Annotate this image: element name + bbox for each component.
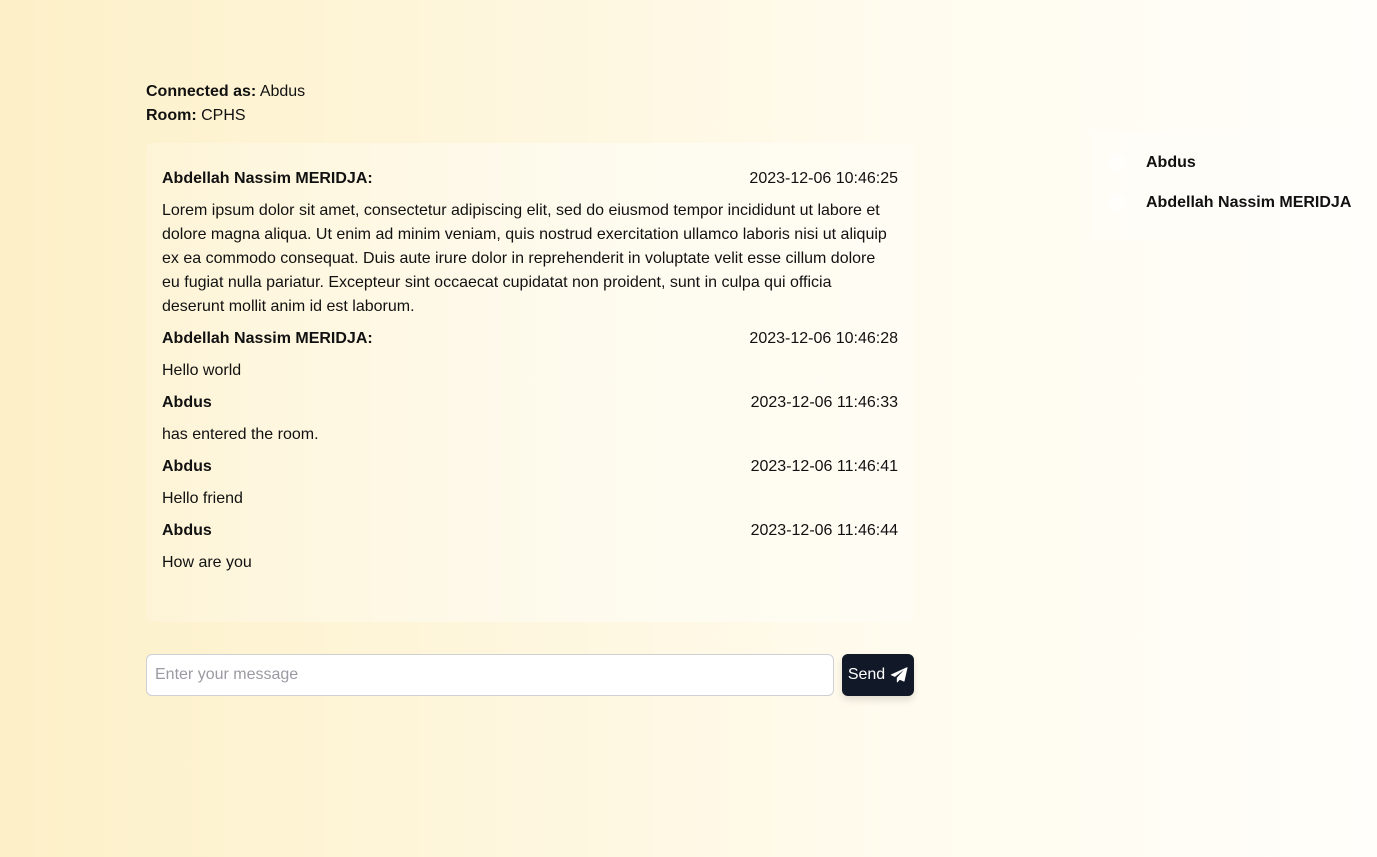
message-header: Abdus 2023-12-06 11:46:41 (162, 455, 898, 479)
room-value: CPHS (201, 107, 246, 124)
message-author: Abdellah Nassim MERIDJA: (162, 170, 373, 187)
message-item: Abdellah Nassim MERIDJA: 2023-12-06 10:4… (162, 167, 898, 319)
connected-as-line: Connected as: Abdus (146, 80, 305, 104)
message-header: Abdus 2023-12-06 11:46:44 (162, 519, 898, 543)
message-timestamp: 2023-12-06 11:46:41 (750, 458, 898, 475)
message-list[interactable]: Abdellah Nassim MERIDJA: 2023-12-06 10:4… (146, 143, 914, 622)
user-name: Abdus (1146, 154, 1196, 171)
message-header: Abdellah Nassim MERIDJA: 2023-12-06 10:4… (162, 167, 898, 191)
message-timestamp: 2023-12-06 11:46:33 (750, 394, 898, 411)
send-button-label: Send (847, 666, 886, 683)
message-item: Abdellah Nassim MERIDJA: 2023-12-06 10:4… (162, 327, 898, 383)
room-label: Room: (146, 107, 197, 124)
message-text: Hello world (162, 362, 242, 379)
message-timestamp: 2023-12-06 10:46:28 (749, 330, 898, 347)
message-header: Abdus 2023-12-06 11:46:33 (162, 391, 898, 415)
connected-as-value: Abdus (259, 83, 306, 100)
user-list-item: Abdellah Nassim MERIDJA (1108, 191, 1351, 215)
message-text: has entered the room. (162, 426, 319, 443)
session-info: Connected as: Abdus Room: CPHS (146, 80, 305, 128)
message-author: Abdus (162, 394, 212, 411)
message-composer: Send (146, 654, 914, 696)
online-users-panel: Abdus Abdellah Nassim MERIDJA (1092, 130, 1377, 240)
message-author: Abdus (162, 522, 212, 539)
user-status-dot (1108, 194, 1126, 212)
message-header: Abdellah Nassim MERIDJA: 2023-12-06 10:4… (162, 327, 898, 351)
message-text: How are you (162, 554, 252, 571)
connected-as-label: Connected as: (146, 83, 257, 100)
message-item: Abdus 2023-12-06 11:46:41 Hello friend (162, 455, 898, 511)
message-input[interactable] (146, 654, 834, 696)
message-author: Abdellah Nassim MERIDJA: (162, 330, 373, 347)
message-text: Hello friend (162, 490, 243, 507)
message-timestamp: 2023-12-06 10:46:25 (749, 170, 898, 187)
message-text: Lorem ipsum dolor sit amet, consectetur … (162, 202, 887, 315)
user-name: Abdellah Nassim MERIDJA (1146, 194, 1352, 211)
paper-plane-icon (890, 666, 908, 684)
message-author: Abdus (162, 458, 212, 475)
user-list-item: Abdus (1108, 151, 1196, 175)
send-button[interactable]: Send (842, 654, 914, 696)
message-item: Abdus 2023-12-06 11:46:44 How are you (162, 519, 898, 575)
message-item: Abdus 2023-12-06 11:46:33 has entered th… (162, 391, 898, 447)
message-timestamp: 2023-12-06 11:46:44 (750, 522, 898, 539)
user-status-dot (1108, 154, 1126, 172)
room-line: Room: CPHS (146, 104, 305, 128)
